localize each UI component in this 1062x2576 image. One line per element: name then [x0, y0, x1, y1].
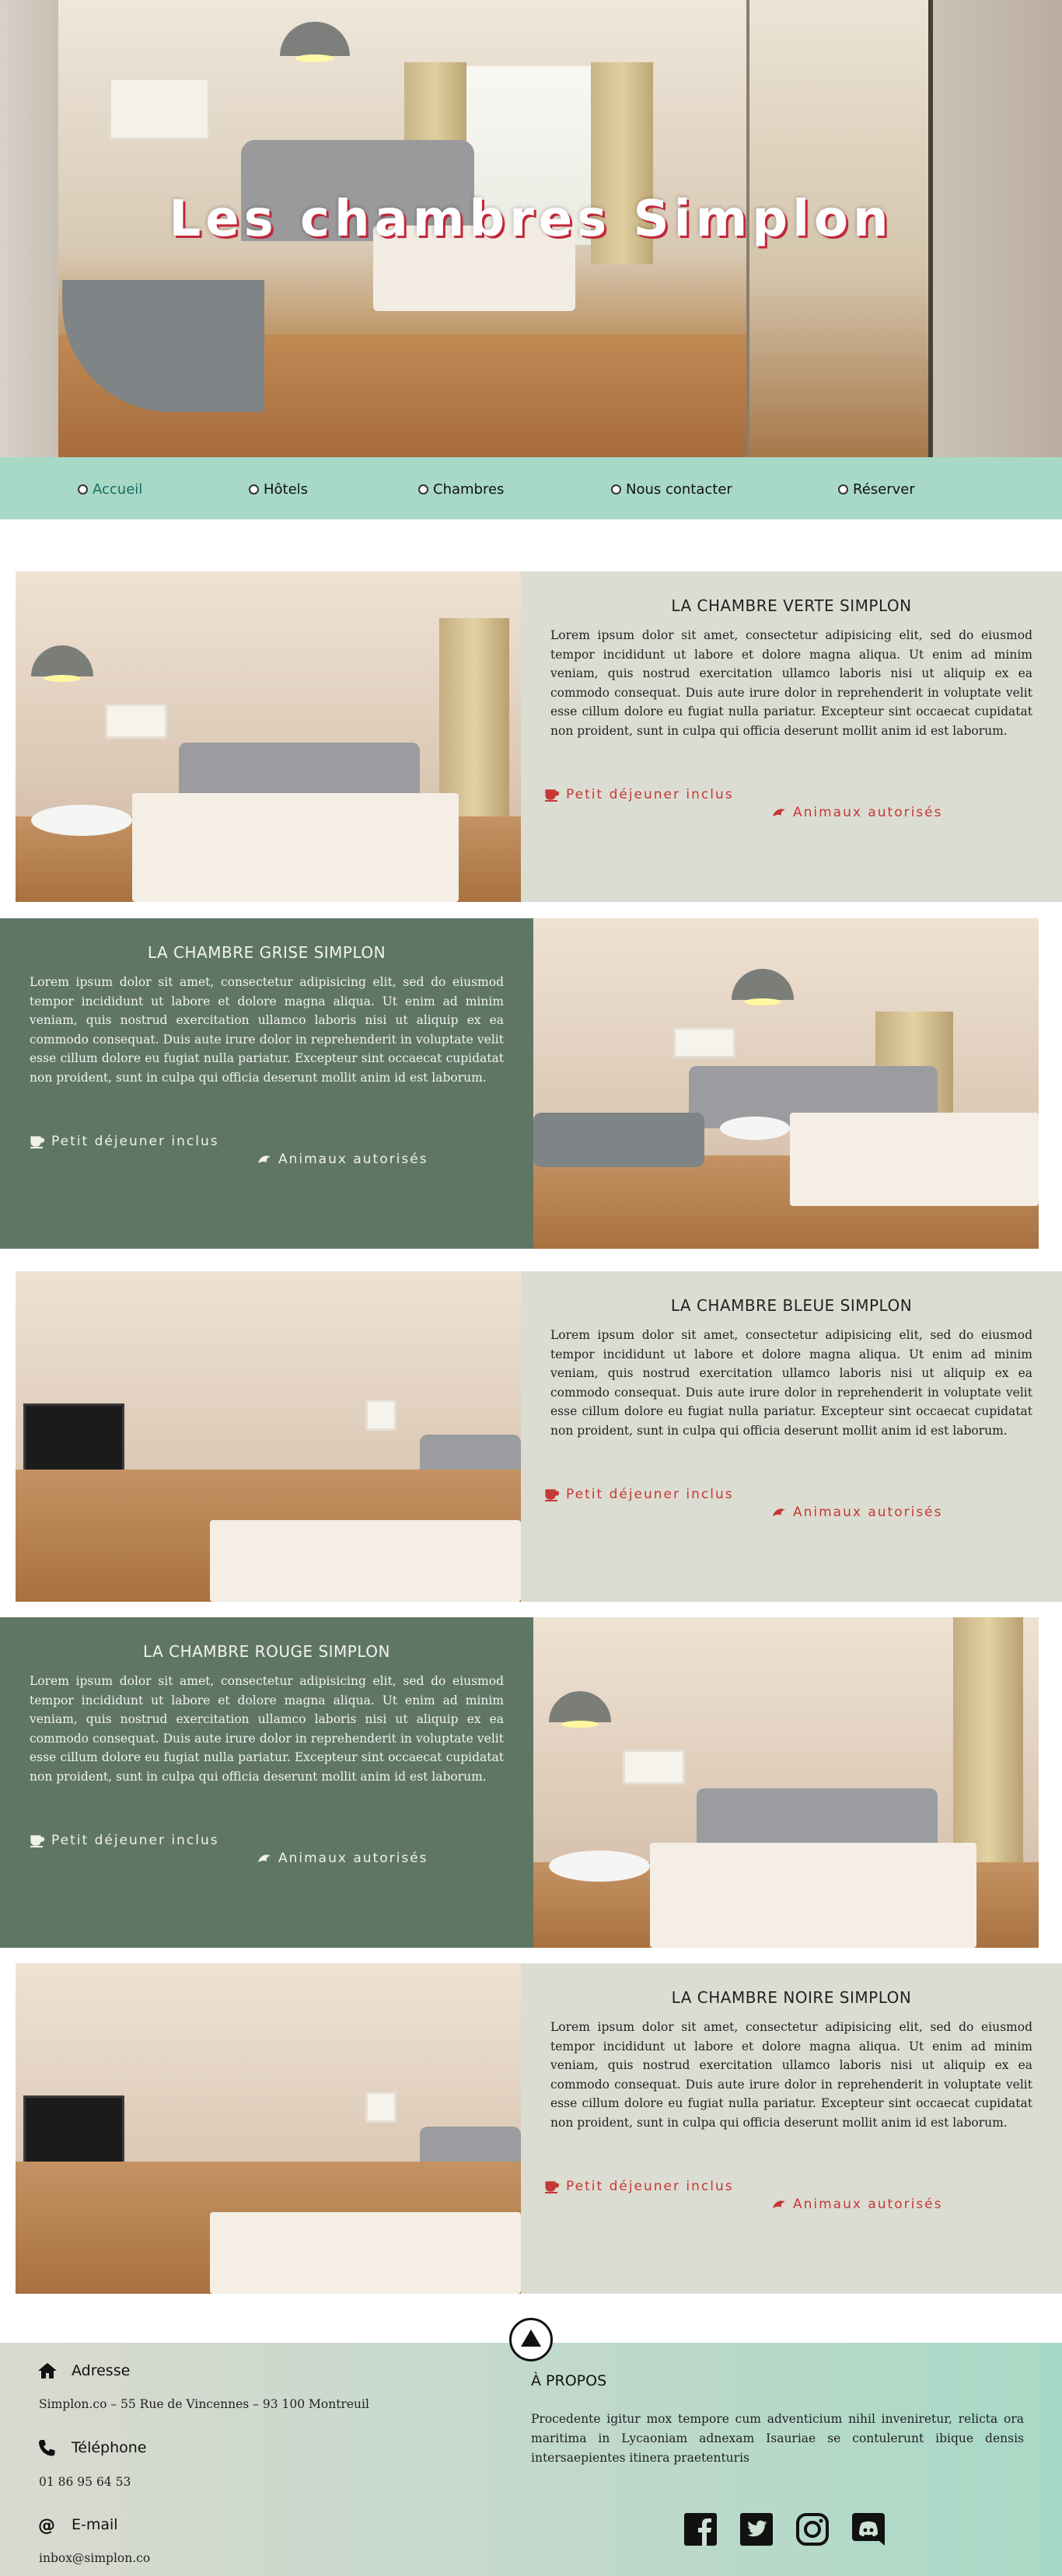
nav-item-label: Chambres — [433, 481, 505, 498]
coffee-icon — [545, 2181, 560, 2193]
room-photo — [16, 571, 521, 902]
main-nav: Accueil Hôtels Chambres Nous contacter R… — [0, 457, 1062, 519]
breakfast-feature: Petit déjeuner inclus — [544, 2179, 734, 2194]
room-title: LA CHAMBRE VERTE SIMPLON — [671, 596, 912, 615]
nav-item-label: Hôtels — [264, 481, 309, 498]
facebook-link[interactable] — [683, 2511, 718, 2547]
svg-text:@: @ — [38, 2516, 55, 2534]
hero-banner: Les chambres Simplon — [0, 0, 1062, 457]
room-card-grise: LA CHAMBRE GRISE SIMPLON Lorem ipsum dol… — [0, 918, 1046, 1249]
pets-feature: Animaux autorisés — [257, 1152, 428, 1167]
about-title: À PROPOS — [531, 2372, 607, 2389]
bullet-icon — [249, 484, 259, 495]
address-heading: Adresse — [37, 2361, 130, 2380]
instagram-link[interactable] — [795, 2511, 830, 2547]
email-label: E-mail — [72, 2516, 118, 2533]
twitter-link[interactable] — [739, 2511, 774, 2547]
breakfast-feature: Petit déjeuner inclus — [30, 1833, 219, 1848]
address-value: Simplon.co – 55 Rue de Vincennes – 93 10… — [39, 2397, 369, 2411]
bullet-icon — [78, 484, 88, 495]
at-icon: @ — [38, 2516, 55, 2534]
about-text: Procedente igitur mox tempore cum advent… — [531, 2412, 1024, 2465]
pets-label: Animaux autorisés — [278, 1851, 428, 1866]
room-title: LA CHAMBRE NOIRE SIMPLON — [671, 1988, 912, 2007]
address-label: Adresse — [72, 2362, 131, 2379]
coffee-icon — [30, 1835, 45, 1847]
hero-pendant-lamp — [280, 22, 350, 62]
pets-label: Animaux autorisés — [278, 1152, 428, 1167]
facebook-icon — [684, 2513, 717, 2546]
nav-item-chambres[interactable]: Chambres — [418, 480, 504, 498]
bullet-icon — [611, 484, 621, 495]
breakfast-label: Petit déjeuner inclus — [51, 1134, 219, 1149]
bullet-icon — [418, 484, 428, 495]
breakfast-label: Petit déjeuner inclus — [51, 1833, 219, 1848]
room-card-bleue: LA CHAMBRE BLEUE SIMPLON Lorem ipsum dol… — [16, 1271, 1062, 1602]
discord-link[interactable] — [851, 2511, 886, 2547]
page-title: Les chambres Simplon — [169, 190, 893, 248]
pets-feature: Animaux autorisés — [257, 1851, 428, 1866]
paw-icon — [258, 1854, 271, 1862]
nav-item-accueil[interactable]: Accueil — [78, 480, 142, 498]
room-photo — [533, 918, 1039, 1249]
coffee-icon — [545, 1489, 560, 1501]
breakfast-label: Petit déjeuner inclus — [566, 1487, 734, 1502]
room-description: Lorem ipsum dolor sit amet, consectetur … — [30, 975, 504, 1085]
email-heading: @ E-mail — [37, 2515, 118, 2534]
nav-item-hotels[interactable]: Hôtels — [249, 480, 308, 498]
coffee-icon — [30, 1136, 45, 1148]
nav-item-label: Réserver — [853, 481, 915, 498]
breakfast-label: Petit déjeuner inclus — [566, 2179, 734, 2194]
pets-label: Animaux autorisés — [793, 1505, 943, 1520]
pets-feature: Animaux autorisés — [771, 805, 943, 820]
room-card-noire: LA CHAMBRE NOIRE SIMPLON Lorem ipsum dol… — [16, 1963, 1062, 2294]
paw-icon — [773, 809, 785, 816]
back-to-top-button[interactable] — [509, 2318, 553, 2361]
nav-item-label: Nous contacter — [626, 481, 732, 498]
nav-item-label: Accueil — [93, 481, 143, 498]
bullet-icon — [838, 484, 848, 495]
coffee-icon — [545, 789, 560, 802]
breakfast-feature: Petit déjeuner inclus — [30, 1134, 219, 1149]
paw-icon — [258, 1155, 271, 1163]
room-title: LA CHAMBRE ROUGE SIMPLON — [142, 1642, 390, 1661]
paw-icon — [773, 2200, 785, 2208]
room-card-verte: LA CHAMBRE VERTE SIMPLON Lorem ipsum dol… — [16, 571, 1062, 902]
twitter-icon — [740, 2513, 773, 2546]
home-icon — [38, 2363, 57, 2379]
room-description: Lorem ipsum dolor sit amet, consectetur … — [550, 1328, 1032, 1438]
site-footer: Adresse Simplon.co – 55 Rue de Vincennes… — [0, 2318, 1062, 2576]
discord-icon — [852, 2513, 885, 2546]
breakfast-label: Petit déjeuner inclus — [566, 787, 734, 802]
email-value: inbox@simplon.co — [39, 2551, 151, 2565]
room-photo — [533, 1617, 1039, 1948]
room-description: Lorem ipsum dolor sit amet, consectetur … — [30, 1674, 504, 1784]
phone-heading: Téléphone — [37, 2438, 147, 2457]
paw-icon — [773, 1508, 785, 1516]
arrow-up-icon — [521, 2330, 541, 2347]
nav-item-reserver[interactable]: Réserver — [838, 480, 915, 498]
phone-icon — [39, 2440, 55, 2456]
hero-wall-art — [109, 78, 210, 140]
pets-feature: Animaux autorisés — [771, 2197, 943, 2212]
breakfast-feature: Petit déjeuner inclus — [544, 1487, 734, 1502]
room-card-rouge: LA CHAMBRE ROUGE SIMPLON Lorem ipsum dol… — [0, 1617, 1046, 1948]
room-photo — [16, 1271, 521, 1602]
nav-item-contact[interactable]: Nous contacter — [611, 480, 732, 498]
room-description: Lorem ipsum dolor sit amet, consectetur … — [550, 628, 1032, 738]
room-title: LA CHAMBRE BLEUE SIMPLON — [670, 1296, 913, 1315]
room-title: LA CHAMBRE GRISE SIMPLON — [147, 943, 386, 962]
room-description: Lorem ipsum dolor sit amet, consectetur … — [550, 2020, 1032, 2130]
phone-label: Téléphone — [72, 2439, 147, 2456]
pets-feature: Animaux autorisés — [771, 1505, 943, 1520]
room-photo — [16, 1963, 521, 2294]
breakfast-feature: Petit déjeuner inclus — [544, 787, 734, 802]
instagram-icon — [796, 2513, 829, 2546]
pets-label: Animaux autorisés — [793, 2197, 943, 2212]
pets-label: Animaux autorisés — [793, 805, 943, 820]
phone-value: 01 86 95 64 53 — [39, 2475, 131, 2489]
